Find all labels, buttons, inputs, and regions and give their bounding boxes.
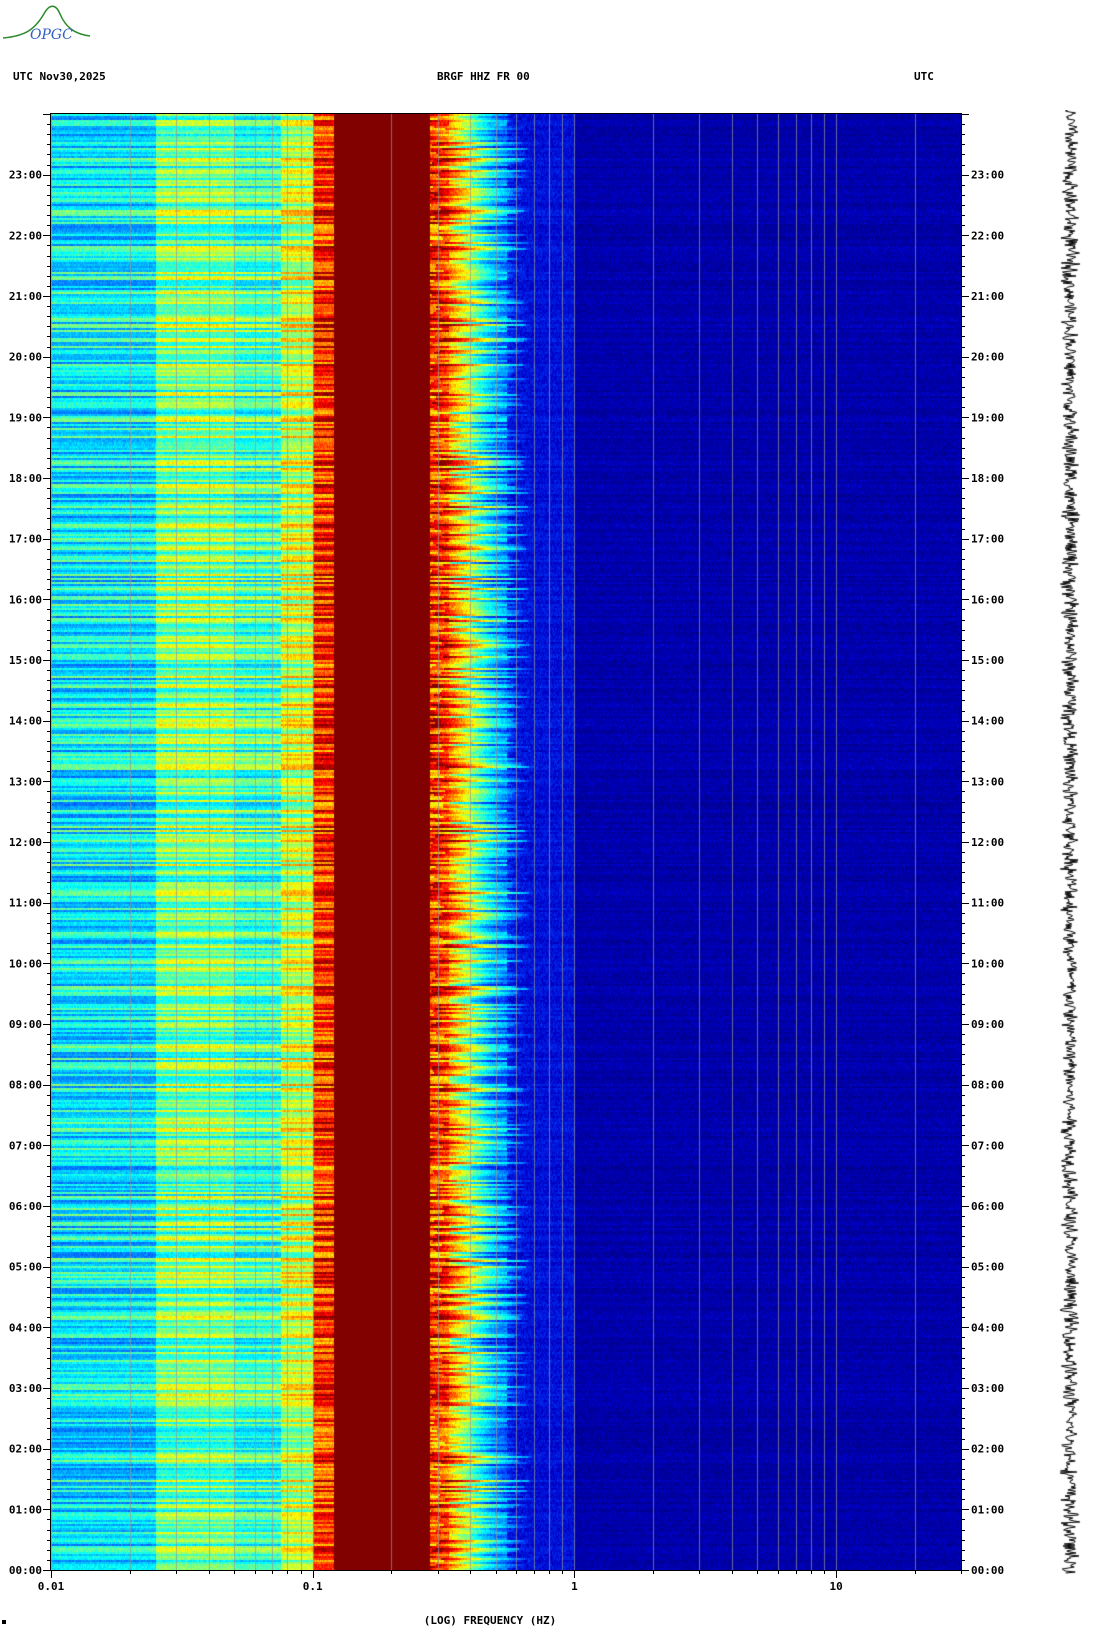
opgc-logo: OPGC — [2, 5, 91, 43]
left-time-tick-label: 12:00 — [9, 836, 42, 849]
right-time-tick-label: 04:00 — [971, 1321, 1004, 1334]
right-time-tick-label: 02:00 — [971, 1443, 1004, 1456]
right-time-axis: 23:00 22:00 21:00 20:00 19:00 18:00 17:00 16:00… — [961, 114, 1004, 1577]
right-time-tick-label: 14:00 — [971, 715, 1004, 728]
left-time-tick-label: 00:00 — [9, 1564, 42, 1577]
right-time-tick-label: 10:00 — [971, 957, 1004, 970]
freq-tick-label: 0.1 — [303, 1580, 323, 1593]
left-time-tick-label: 06:00 — [9, 1200, 42, 1213]
corner-mark — [2, 1620, 6, 1624]
right-time-tick-label: 21:00 — [971, 290, 1004, 303]
left-time-tick-label: 21:00 — [9, 290, 42, 303]
right-time-tick-label: 01:00 — [971, 1503, 1004, 1516]
left-time-tick-label: 11:00 — [9, 897, 42, 910]
left-time-tick-label: 23:00 — [9, 169, 42, 182]
left-time-tick-label: 07:00 — [9, 1139, 42, 1152]
header-right: UTC — [914, 70, 934, 83]
left-time-tick-label: 18:00 — [9, 472, 42, 485]
right-time-tick-label: 20:00 — [971, 351, 1004, 364]
left-time-tick-label: 22:00 — [9, 229, 42, 242]
left-time-tick-label: 15:00 — [9, 654, 42, 667]
header-center-title: BRGF HHZ FR 00 — [437, 70, 530, 83]
right-time-tick-label: 11:00 — [971, 897, 1004, 910]
right-time-tick-label: 07:00 — [971, 1139, 1004, 1152]
frequency-axis: 0.01 0.1 1 10 — [38, 1570, 962, 1593]
x-axis-label: (LOG) FREQUENCY (HZ) — [424, 1614, 556, 1627]
freq-tick-label: 0.01 — [38, 1580, 65, 1593]
left-time-tick-label: 02:00 — [9, 1443, 42, 1456]
freq-tick-label: 1 — [571, 1580, 578, 1593]
header-left: UTC Nov30,2025 — [13, 70, 106, 83]
left-time-tick-label: 14:00 — [9, 715, 42, 728]
left-time-tick-label: 17:00 — [9, 533, 42, 546]
right-time-tick-label: 19:00 — [971, 411, 1004, 424]
right-time-tick-label: 22:00 — [971, 229, 1004, 242]
right-time-tick-label: 12:00 — [971, 836, 1004, 849]
freq-tick-label: 10 — [830, 1580, 843, 1593]
seismogram-trace — [1050, 110, 1090, 1574]
left-time-tick-label: 19:00 — [9, 411, 42, 424]
spectrogram-heatmap — [51, 114, 961, 1570]
left-time-axis: 23:00 22:00 21:00 20:00 19:00 18:00 17:00 16:00… — [9, 114, 51, 1577]
left-time-tick-label: 01:00 — [9, 1503, 42, 1516]
right-time-tick-label: 09:00 — [971, 1018, 1004, 1031]
right-time-tick-label: 03:00 — [971, 1382, 1004, 1395]
right-time-tick-label: 08:00 — [971, 1079, 1004, 1092]
right-time-tick-label: 23:00 — [971, 169, 1004, 182]
right-time-tick-label: 18:00 — [971, 472, 1004, 485]
logo-text: OPGC — [30, 27, 73, 43]
right-time-tick-label: 16:00 — [971, 593, 1004, 606]
right-time-tick-label: 17:00 — [971, 533, 1004, 546]
right-time-tick-label: 00:00 — [971, 1564, 1004, 1577]
right-time-tick-label: 15:00 — [971, 654, 1004, 667]
right-time-tick-label: 06:00 — [971, 1200, 1004, 1213]
right-time-tick-label: 05:00 — [971, 1261, 1004, 1274]
left-time-tick-label: 03:00 — [9, 1382, 42, 1395]
left-time-tick-label: 13:00 — [9, 775, 42, 788]
left-time-tick-label: 16:00 — [9, 593, 42, 606]
left-time-tick-label: 05:00 — [9, 1261, 42, 1274]
left-time-tick-label: 04:00 — [9, 1321, 42, 1334]
left-time-tick-label: 20:00 — [9, 351, 42, 364]
right-time-tick-label: 13:00 — [971, 775, 1004, 788]
left-time-tick-label: 08:00 — [9, 1079, 42, 1092]
left-time-tick-label: 10:00 — [9, 957, 42, 970]
left-time-tick-label: 09:00 — [9, 1018, 42, 1031]
